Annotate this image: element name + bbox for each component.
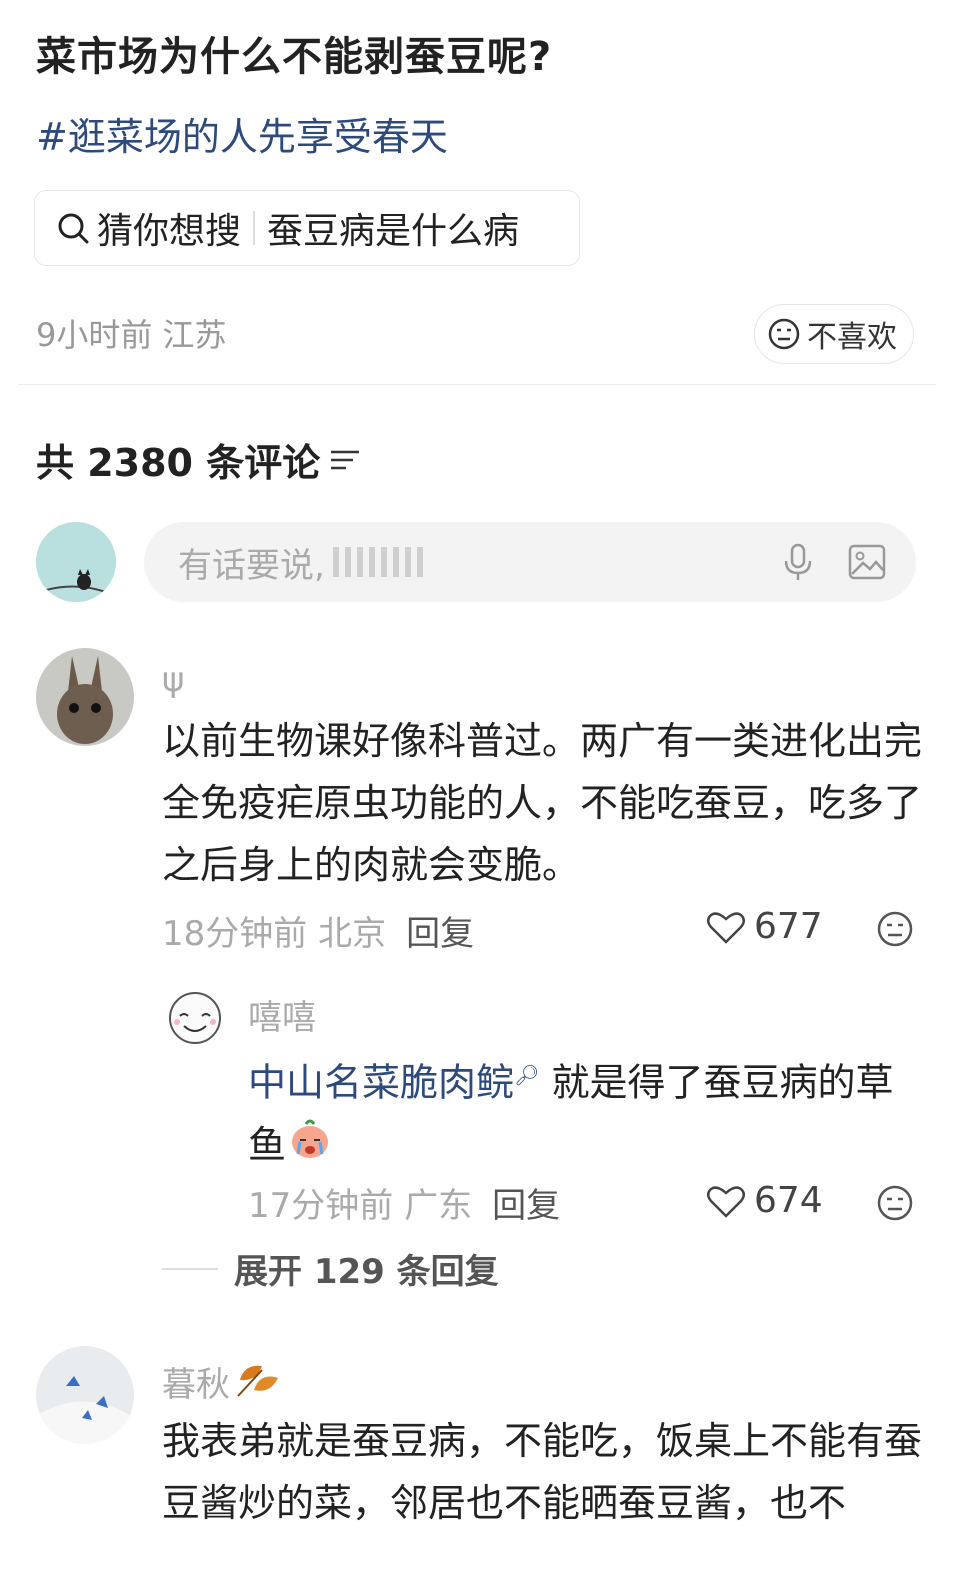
comment-username: 暮秋 <box>162 1365 230 1405</box>
avatar[interactable] <box>162 982 228 1048</box>
comment-username-row[interactable]: 暮秋 <box>162 1356 282 1407</box>
comments-count-header[interactable]: 共 2380 条评论 <box>36 432 362 487</box>
separator <box>253 211 256 245</box>
autumn-leaf-icon <box>234 1356 282 1407</box>
dislike-label: 不喜欢 <box>807 320 897 355</box>
avatar[interactable] <box>36 648 134 746</box>
like-button[interactable]: 674 <box>706 1180 823 1221</box>
comment-text: 以前生物课好像科普过。两广有一类进化出完全免疫疟原虫功能的人，不能吃蚕豆，吃多了… <box>162 719 923 887</box>
microphone-icon[interactable] <box>780 542 816 586</box>
comment-placeholder: 有话要说, <box>178 545 325 586</box>
expand-replies-label: 展开 129 条回复 <box>234 1252 499 1292</box>
like-button[interactable]: 677 <box>706 906 823 947</box>
reply-username[interactable]: 嘻嘻 <box>248 990 316 1039</box>
sort-icon <box>331 450 360 469</box>
reply-button[interactable]: 回复 <box>492 1186 560 1226</box>
neutral-face-icon <box>768 318 800 350</box>
dislike-button[interactable]: 不喜欢 <box>754 304 914 364</box>
comment-time-location: 18分钟前 北京 <box>162 914 387 954</box>
post-title: 菜市场为什么不能剥蚕豆呢? <box>36 34 553 80</box>
search-suggestion-query: 蚕豆病是什么病 <box>267 211 520 252</box>
crying-emoji-icon <box>286 1114 334 1180</box>
heart-icon <box>707 911 745 944</box>
reply-time-location: 17分钟前 广东 <box>248 1186 473 1226</box>
comment-meta: 18分钟前 北京 回复 <box>162 906 474 955</box>
reply-button[interactable]: 回复 <box>406 914 474 954</box>
image-icon[interactable] <box>848 544 886 584</box>
comment-text: 我表弟就是蚕豆病，不能吃，饭桌上不能有蚕豆酱炒的菜，邻居也不能晒蚕豆酱，也不 <box>162 1419 923 1525</box>
heart-icon <box>707 1185 745 1218</box>
reply-text: 中山名菜脆肉鲩🔎︎ 就是得了蚕豆病的草鱼 <box>248 1044 918 1180</box>
expand-replies-button[interactable]: 展开 129 条回复 <box>162 1244 499 1293</box>
avatar[interactable] <box>36 1346 134 1444</box>
my-avatar[interactable] <box>36 522 116 602</box>
neutral-face-icon[interactable] <box>876 1184 914 1226</box>
like-count: 674 <box>754 1180 823 1221</box>
neutral-face-icon[interactable] <box>876 910 914 952</box>
search-suggestion[interactable]: 猜你想搜 蚕豆病是什么病 <box>34 190 580 266</box>
comment-username[interactable]: ψ <box>162 660 184 700</box>
search-icon: 🔎︎ <box>514 1063 540 1087</box>
search-suggestion-lead: 猜你想搜 <box>97 211 242 252</box>
divider <box>18 384 936 385</box>
post-time-location: 9小时前 江苏 <box>36 316 227 354</box>
comments-count: 共 2380 条评论 <box>36 441 321 485</box>
reply-meta: 17分钟前 广东 回复 <box>248 1178 560 1227</box>
mention-link[interactable]: 中山名菜脆肉鲩 <box>248 1061 514 1105</box>
search-icon <box>53 208 93 248</box>
divider <box>162 1267 218 1270</box>
blurred-text <box>332 547 423 577</box>
comment-input[interactable]: 有话要说, <box>144 522 916 602</box>
topic-tag[interactable]: #逛菜场的人先享受春天 <box>36 106 448 161</box>
like-count: 677 <box>754 906 823 947</box>
